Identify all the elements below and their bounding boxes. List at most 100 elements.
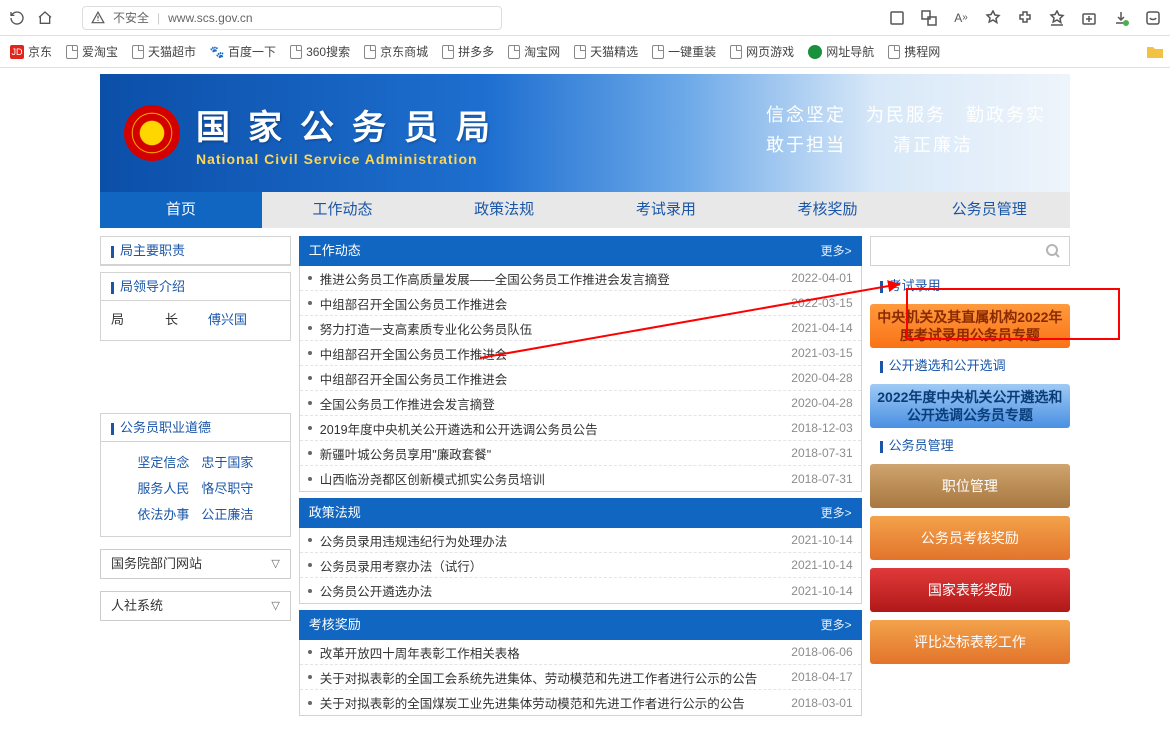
list-item[interactable]: 中组部召开全国公务员工作推进会2020-04-28: [300, 366, 861, 391]
nav-工作动态[interactable]: 工作动态: [262, 192, 424, 228]
section-header: 政策法规更多>: [299, 498, 862, 528]
bookmark-携程网[interactable]: 携程网: [888, 43, 940, 60]
panel-leaders: 局领导介绍 局 长傅兴国: [100, 272, 291, 341]
section-header: 工作动态更多>: [299, 236, 862, 266]
bookmark-网页游戏[interactable]: 网页游戏: [730, 43, 794, 60]
extensions-icon[interactable]: [1016, 9, 1034, 27]
list-item[interactable]: 全国公务员工作推进会发言摘登2020-04-28: [300, 391, 861, 416]
item-title: 改革开放四十周年表彰工作相关表格: [320, 643, 783, 662]
nav-公务员管理[interactable]: 公务员管理: [908, 192, 1070, 228]
item-date: 2022-03-15: [791, 296, 852, 310]
news-list: 推进公务员工作高质量发展——全国公务员工作推进会发言摘登2022-04-01中组…: [299, 266, 862, 492]
downloads-icon[interactable]: [1112, 9, 1130, 27]
reader-icon[interactable]: [888, 9, 906, 27]
item-date: 2018-12-03: [791, 421, 852, 435]
nav-政策法规[interactable]: 政策法规: [423, 192, 585, 228]
nav-首页[interactable]: 首页: [100, 192, 262, 228]
list-item[interactable]: 中组部召开全国公务员工作推进会 2022-03-15: [300, 291, 861, 316]
card-evaluation[interactable]: 评比达标表彰工作: [870, 620, 1070, 664]
list-item[interactable]: 公务员公开遴选办法 2021-10-14: [300, 578, 861, 603]
bookmark-天猫超市[interactable]: 天猫超市: [132, 43, 196, 60]
card-national-award[interactable]: 国家表彰奖励: [870, 568, 1070, 612]
translate-icon[interactable]: [920, 9, 938, 27]
select-hrss-system[interactable]: 人社系统▽: [100, 591, 291, 621]
list-item[interactable]: 山西临汾尧都区创新模式抓实公务员培训 2018-07-31: [300, 466, 861, 491]
item-date: 2018-07-31: [791, 472, 852, 486]
browser-toolbar: 不安全 | www.scs.gov.cn A»: [0, 0, 1170, 36]
sidebar-title-selection: 公开遴选和公开选调: [889, 358, 1006, 373]
panel-duties[interactable]: 局主要职责: [100, 236, 291, 266]
item-title: 山西临汾尧都区创新模式抓实公务员培训: [320, 469, 783, 488]
item-date: 2018-06-06: [791, 645, 852, 659]
site-slogan: 信念坚定 为民服务 勤政务实 敢于担当 清正廉洁: [766, 100, 1046, 160]
card-selection-2022[interactable]: 2022年度中央机关公开遴选和公开选调公务员专题: [870, 384, 1070, 428]
chevron-down-icon: ▽: [271, 549, 279, 579]
item-title: 努力打造一支高素质专业化公务员队伍: [320, 319, 783, 338]
list-item[interactable]: 中组部召开全国公务员工作推进会2021-03-15: [300, 341, 861, 366]
warning-icon: [91, 11, 105, 25]
list-item[interactable]: 新疆叶城公务员享用"廉政套餐"2018-07-31: [300, 441, 861, 466]
item-title: 关于对拟表彰的全国煤炭工业先进集体劳动模范和先进工作者进行公示的公告: [320, 693, 783, 712]
bookmark-网址导航[interactable]: 网址导航: [808, 43, 874, 60]
nav-考核奖励[interactable]: 考核奖励: [747, 192, 909, 228]
more-link[interactable]: 更多>: [821, 236, 852, 266]
app-icon[interactable]: [1144, 9, 1162, 27]
panel-ethics: 公务员职业道德 坚定信念忠于国家服务人民恪尽职守依法办事公正廉洁: [100, 413, 291, 537]
list-item[interactable]: 努力打造一支高素质专业化公务员队伍 2021-04-14: [300, 316, 861, 341]
bookmarks-bar: JD京东爱淘宝天猫超市🐾百度一下360搜索京东商城拼多多淘宝网天猫精选一键重装网…: [0, 36, 1170, 68]
bookmark-拼多多[interactable]: 拼多多: [442, 43, 494, 60]
collections-icon[interactable]: [1080, 9, 1098, 27]
list-item[interactable]: 2019年度中央机关公开遴选和公开选调公务员公告2018-12-03: [300, 416, 861, 441]
bookmarks-overflow-icon[interactable]: [1146, 44, 1164, 63]
bookmark-天猫精选[interactable]: 天猫精选: [574, 43, 638, 60]
address-bar[interactable]: 不安全 | www.scs.gov.cn: [82, 6, 502, 30]
item-date: 2021-04-14: [791, 321, 852, 335]
item-title: 中组部召开全国公务员工作推进会: [320, 294, 783, 313]
bookmark-爱淘宝[interactable]: 爱淘宝: [66, 43, 118, 60]
leader-name-link[interactable]: 傅兴国: [208, 309, 247, 328]
bookmark-京东[interactable]: JD京东: [10, 43, 52, 60]
item-date: 2022-04-01: [791, 271, 852, 285]
favorites-list-icon[interactable]: [1048, 9, 1066, 27]
sidebar-title-manage: 公务员管理: [889, 438, 954, 453]
list-item[interactable]: 推进公务员工作高质量发展——全国公务员工作推进会发言摘登2022-04-01: [300, 266, 861, 291]
bookmark-360搜索[interactable]: 360搜索: [290, 43, 350, 60]
ethics-link[interactable]: 公正廉洁: [201, 507, 253, 522]
select-gov-sites[interactable]: 国务院部门网站▽: [100, 549, 291, 579]
more-link[interactable]: 更多>: [821, 498, 852, 528]
more-link[interactable]: 更多>: [821, 610, 852, 640]
home-icon[interactable]: [36, 9, 54, 27]
bookmark-百度一下[interactable]: 🐾百度一下: [210, 43, 276, 60]
favorite-icon[interactable]: [984, 9, 1002, 27]
ethics-link[interactable]: 坚定信念: [137, 455, 189, 470]
nav-考试录用[interactable]: 考试录用: [585, 192, 747, 228]
item-title: 公务员录用考察办法（试行）: [320, 556, 783, 575]
ethics-link[interactable]: 恪尽职守: [201, 481, 253, 496]
list-item[interactable]: 关于对拟表彰的全国煤炭工业先进集体劳动模范和先进工作者进行公示的公告2018-0…: [300, 690, 861, 715]
item-title: 全国公务员工作推进会发言摘登: [320, 394, 783, 413]
item-title: 中组部召开全国公务员工作推进会: [320, 344, 783, 363]
text-size-icon[interactable]: A»: [952, 9, 970, 27]
item-date: 2021-10-14: [791, 558, 852, 572]
list-item[interactable]: 公务员录用违规违纪行为处理办法2021-10-14: [300, 528, 861, 553]
ethics-link[interactable]: 忠于国家: [201, 455, 253, 470]
list-item[interactable]: 关于对拟表彰的全国工会系统先进集体、劳动模范和先进工作者进行公示的公告2018-…: [300, 665, 861, 690]
news-list: 改革开放四十周年表彰工作相关表格 2018-06-06 关于对拟表彰的全国工会系统先…: [299, 640, 862, 716]
list-item[interactable]: 改革开放四十周年表彰工作相关表格 2018-06-06: [300, 640, 861, 665]
item-date: 2021-10-14: [791, 584, 852, 598]
search-box[interactable]: [870, 236, 1070, 266]
item-title: 公务员公开遴选办法: [320, 581, 783, 600]
card-assessment[interactable]: 公务员考核奖励: [870, 516, 1070, 560]
bookmark-一键重装[interactable]: 一键重装: [652, 43, 716, 60]
ethics-link[interactable]: 服务人民: [137, 481, 189, 496]
sidebar-title-exam: 考试录用: [889, 278, 941, 293]
ethics-link[interactable]: 依法办事: [137, 507, 189, 522]
news-list: 公务员录用违规违纪行为处理办法2021-10-14 公务员录用考察办法（试行） 20…: [299, 528, 862, 604]
refresh-icon[interactable]: [8, 9, 26, 27]
card-exam-2022[interactable]: 中央机关及其直属机构2022年度考试录用公务员专题: [870, 304, 1070, 348]
bookmark-淘宝网[interactable]: 淘宝网: [508, 43, 560, 60]
list-item[interactable]: 公务员录用考察办法（试行） 2021-10-14: [300, 553, 861, 578]
bookmark-京东商城[interactable]: 京东商城: [364, 43, 428, 60]
section-title: 考核奖励: [309, 610, 361, 640]
card-positions[interactable]: 职位管理: [870, 464, 1070, 508]
